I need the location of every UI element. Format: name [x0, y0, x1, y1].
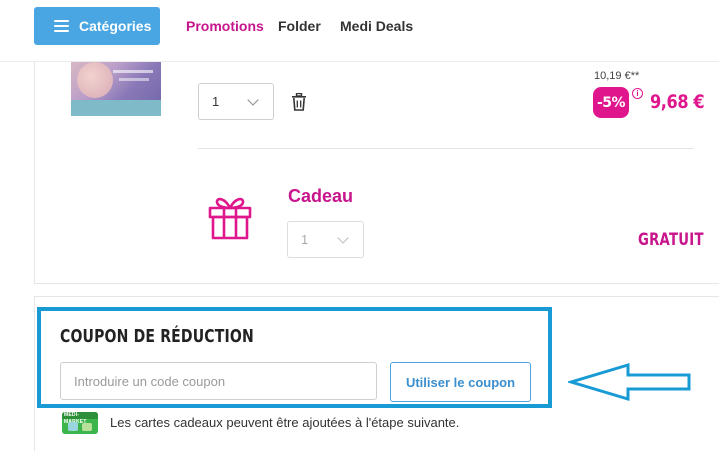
- discount-badge: -5%: [593, 87, 629, 118]
- chevron-down-icon: [247, 93, 259, 106]
- product-quantity-value: 1: [212, 94, 220, 109]
- coupon-code-input[interactable]: [60, 362, 377, 400]
- top-navigation: Catégories Promotions Folder Medi Deals: [0, 0, 719, 62]
- menu-icon: [54, 20, 69, 32]
- categories-button[interactable]: Catégories: [34, 7, 160, 45]
- old-price: 10,19 €**: [594, 70, 640, 82]
- chevron-down-icon: [337, 231, 349, 244]
- product-quantity-select[interactable]: 1: [198, 83, 274, 120]
- info-icon[interactable]: i: [632, 88, 643, 99]
- nav-promotions-link[interactable]: Promotions: [186, 18, 264, 34]
- gift-quantity-select: 1: [287, 221, 364, 258]
- categories-label: Catégories: [79, 18, 152, 34]
- arrow-left-icon: [568, 362, 691, 402]
- gift-icon: [208, 197, 252, 240]
- coupon-title: COUPON DE RÉDUCTION: [60, 326, 254, 347]
- nav-medi-deals-link[interactable]: Medi Deals: [340, 18, 413, 34]
- product-image[interactable]: [71, 62, 161, 116]
- divider: [198, 148, 694, 149]
- gift-card-icon-label: MEDI-MARKET: [62, 412, 98, 425]
- nav-folder-link[interactable]: Folder: [278, 18, 321, 34]
- new-price: 9,68 €: [650, 91, 705, 113]
- apply-coupon-button[interactable]: Utiliser le coupon: [390, 362, 531, 402]
- gift-price-label: GRATUIT: [638, 230, 704, 250]
- gift-title: Cadeau: [288, 186, 354, 206]
- gift-card-icon: MEDI-MARKET: [62, 412, 98, 434]
- trash-icon[interactable]: [291, 93, 307, 111]
- gift-quantity-value: 1: [301, 232, 309, 247]
- gift-card-note: Les cartes cadeaux peuvent être ajoutées…: [110, 415, 460, 430]
